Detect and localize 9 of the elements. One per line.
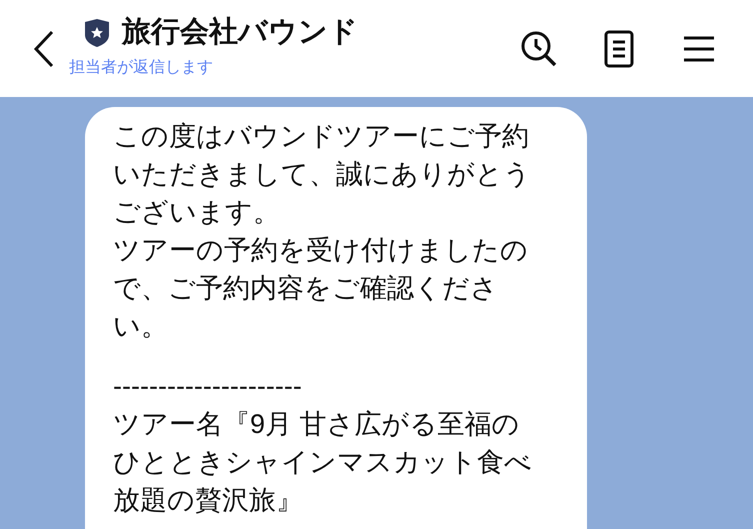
search-clock-icon: [520, 30, 558, 68]
shield-star-icon: [84, 18, 110, 48]
menu-icon: [683, 34, 715, 62]
back-icon: [32, 28, 56, 68]
message-text: --------------------- ツアー名『9月 甘さ広がる至福の ひとときシャインマスカット食べ 放題の贅沢旅』: [113, 370, 533, 517]
chat-title: 旅行会社バウンド: [122, 18, 358, 47]
note-icon: [604, 30, 634, 68]
chat-subtitle: 担当者が返信します: [69, 58, 214, 78]
message-text: この度はバウンドツアーにご予約 いただきまして、誠にありがとう ございます。 ツアーの予約を受け付けましたの で、ご予約内容をご確認くださ い。: [113, 120, 532, 343]
